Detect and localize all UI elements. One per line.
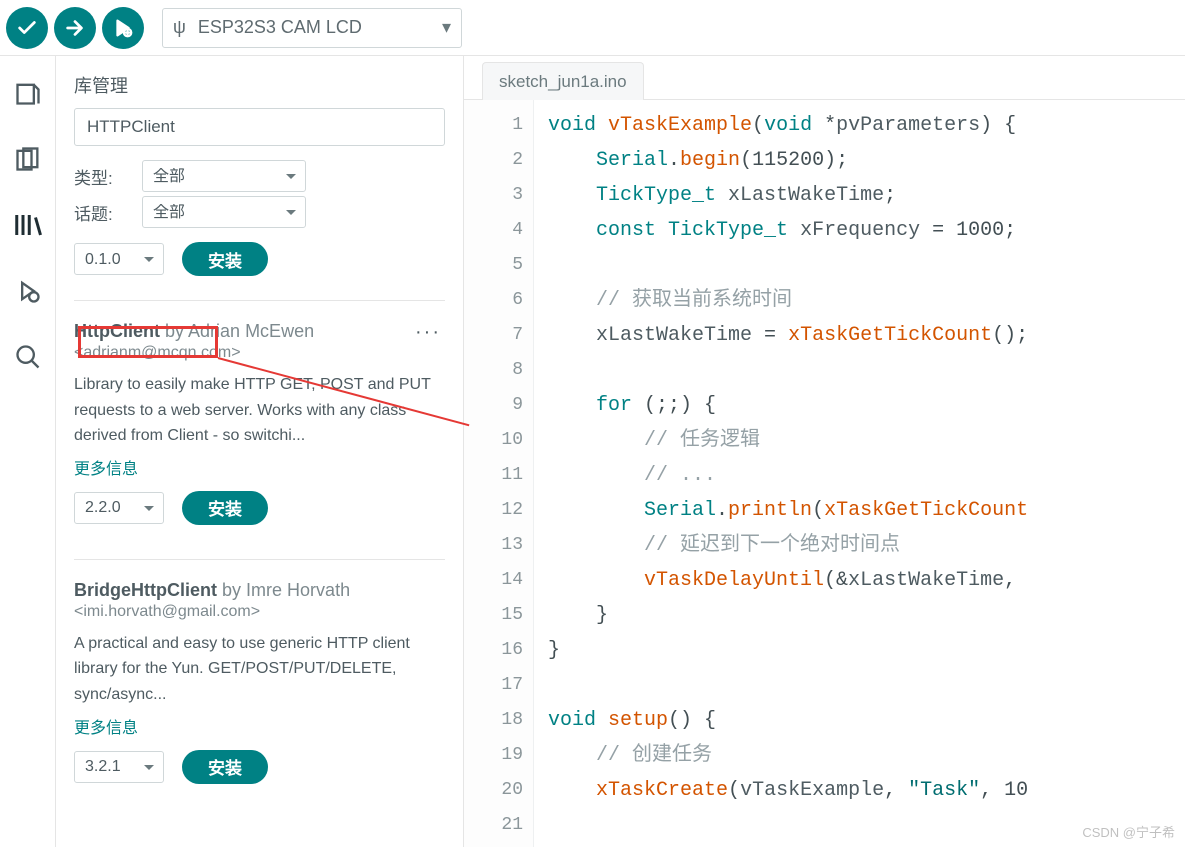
sidebar-title: 库管理: [56, 56, 463, 108]
line-gutter: 123456789101112131415161718192021: [464, 100, 534, 847]
play-bug-icon: [112, 17, 134, 39]
top-toolbar: ψ ESP32S3 CAM LCD ▾: [0, 0, 1185, 56]
library-email: <imi.horvath@gmail.com>: [74, 603, 350, 621]
library-more-link[interactable]: 更多信息: [74, 714, 445, 738]
activity-bar: [0, 56, 56, 847]
topic-filter-label: 话题:: [74, 200, 130, 225]
top-version-select[interactable]: 0.1.0: [74, 243, 164, 275]
library-author: Adrian McEwen: [188, 321, 314, 341]
library-more-link[interactable]: 更多信息: [74, 455, 445, 479]
editor-area: sketch_jun1a.ino 12345678910111213141516…: [464, 56, 1185, 847]
type-filter-select[interactable]: 全部: [142, 160, 306, 192]
verify-button[interactable]: [6, 7, 48, 49]
library-card: BridgeHttpClient by Imre Horvath <imi.ho…: [56, 566, 463, 812]
upload-button[interactable]: [54, 7, 96, 49]
arrow-right-icon: [64, 17, 86, 39]
library-email: <adrianm@mcqn.com>: [74, 344, 314, 362]
topic-filter-select[interactable]: 全部: [142, 196, 306, 228]
debug-icon[interactable]: [13, 276, 43, 306]
boards-icon[interactable]: [13, 144, 43, 174]
code-editor[interactable]: 123456789101112131415161718192021 void v…: [464, 100, 1185, 847]
library-install-button[interactable]: 安装: [182, 750, 268, 784]
divider: [74, 300, 445, 301]
library-install-button[interactable]: 安装: [182, 491, 268, 525]
library-description: Library to easily make HTTP GET, POST an…: [74, 372, 445, 449]
board-name: ESP32S3 CAM LCD: [198, 17, 430, 38]
library-description: A practical and easy to use generic HTTP…: [74, 631, 445, 708]
search-icon[interactable]: [13, 342, 43, 372]
check-icon: [16, 17, 38, 39]
type-filter-label: 类型:: [74, 164, 130, 189]
library-by: by: [222, 580, 241, 600]
library-version-select[interactable]: 2.2.0: [74, 492, 164, 524]
library-name: BridgeHttpClient: [74, 580, 217, 600]
library-by: by: [165, 321, 184, 341]
code-body[interactable]: void vTaskExample(void *pvParameters) { …: [534, 100, 1185, 847]
library-author: Imre Horvath: [246, 580, 350, 600]
tab-bar: sketch_jun1a.ino: [464, 56, 1185, 100]
chevron-down-icon: ▾: [442, 17, 451, 38]
top-install-button[interactable]: 安装: [182, 242, 268, 276]
editor-tab[interactable]: sketch_jun1a.ino: [482, 62, 644, 100]
library-version-select[interactable]: 3.2.1: [74, 751, 164, 783]
library-search-input[interactable]: [74, 108, 445, 146]
library-name: HttpClient: [74, 321, 160, 341]
library-card: HttpClient by Adrian McEwen <adrianm@mcq…: [56, 307, 463, 553]
board-select[interactable]: ψ ESP32S3 CAM LCD ▾: [162, 8, 462, 48]
library-manager-icon[interactable]: [13, 210, 43, 240]
debug-button[interactable]: [102, 7, 144, 49]
sketchbook-icon[interactable]: [13, 78, 43, 108]
library-more-menu[interactable]: ···: [411, 321, 445, 344]
usb-icon: ψ: [173, 17, 186, 38]
library-manager-sidebar: 库管理 类型: 全部 话题: 全部 0.1.0 安装 HttpClient by…: [56, 56, 464, 847]
divider: [74, 559, 445, 560]
